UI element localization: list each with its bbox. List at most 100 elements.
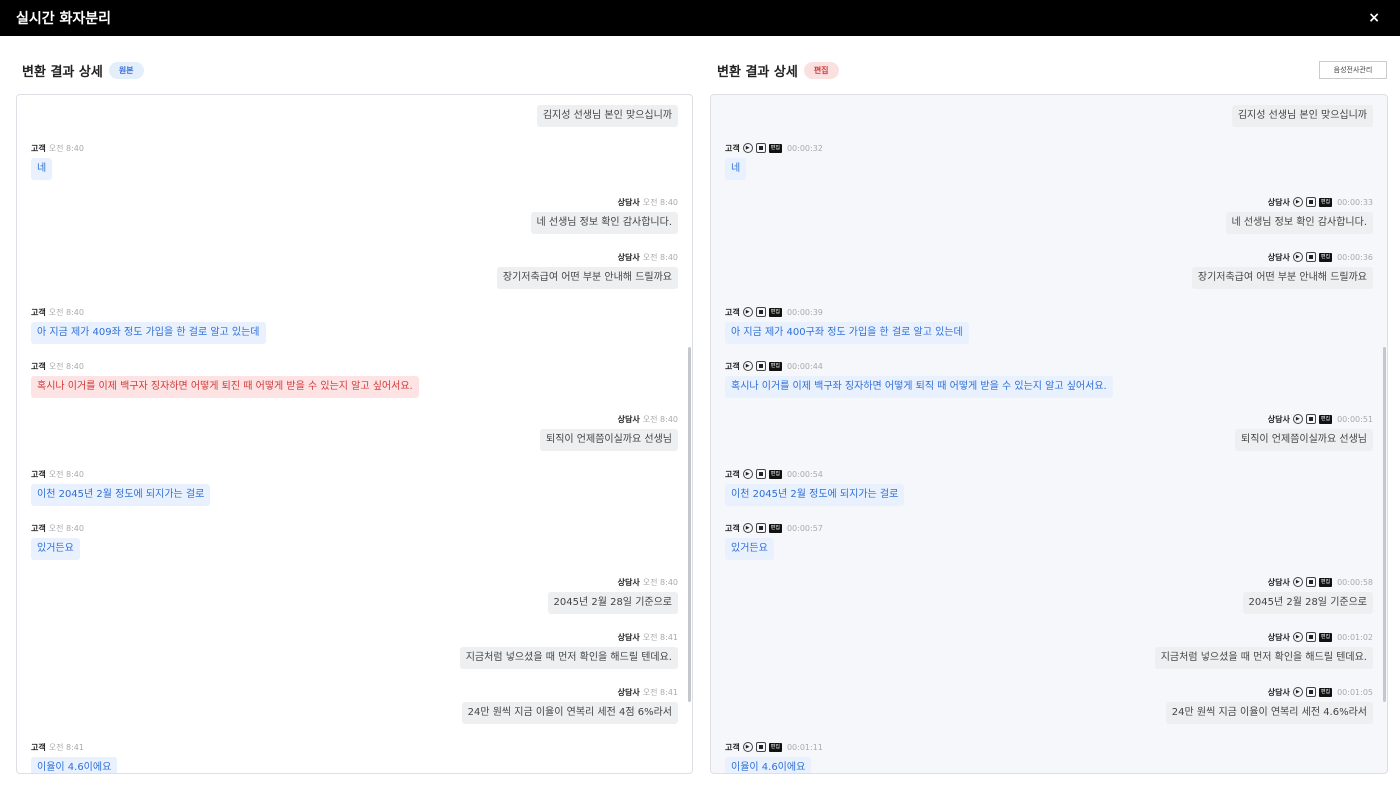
play-icon[interactable]: ▶ <box>1292 632 1303 642</box>
play-icon[interactable]: ▶ <box>1292 687 1303 697</box>
message-text[interactable]: 있거든요 <box>725 538 774 560</box>
stop-icon[interactable] <box>755 143 766 153</box>
right-scrollbar[interactable] <box>1383 347 1386 702</box>
edit-button[interactable]: 편집 <box>1318 632 1333 642</box>
edit-button[interactable]: 편집 <box>768 143 782 153</box>
message-text[interactable]: 네 선생님 정보 확인 감사합니다. <box>1225 212 1373 234</box>
message-time: 00:00:57 <box>786 523 823 533</box>
stop-icon[interactable] <box>755 469 766 479</box>
message-item: 고객 오전 8:41 이율이 4.6이에요 <box>31 741 678 773</box>
play-icon[interactable]: ▶ <box>742 361 753 371</box>
edit-button[interactable]: 편집 <box>768 742 782 752</box>
window-title: 실시간 화자분리 <box>16 11 112 27</box>
message-time: 00:00:32 <box>786 143 823 153</box>
stop-icon[interactable] <box>755 742 766 752</box>
message-text: 네 선생님 정보 확인 감사합니다. <box>530 212 678 234</box>
message-item: 상담사 ▶ 편집 00:01:02 지금처럼 넣으셨을 때 먼저 확인을 해드릴 텐데… <box>725 631 1373 669</box>
message-text: 2045년 2월 28일 기준으로 <box>547 592 678 614</box>
speaker-label: 고객 <box>31 307 46 317</box>
message-time: 오전 8:40 <box>48 523 84 533</box>
message-text[interactable]: 지금처럼 넣으셨을 때 먼저 확인을 해드릴 텐데요. <box>1154 647 1373 669</box>
play-icon[interactable]: ▶ <box>742 143 753 153</box>
speaker-label: 고객 <box>725 523 740 533</box>
message-item: 상담사 ▶ 편집 00:00:36 장기저축급여 어떤 부분 안내해 드릴까요 <box>725 251 1373 289</box>
speaker-label: 상담사 <box>1267 632 1290 642</box>
message-time: 00:01:02 <box>1337 632 1373 642</box>
edit-button[interactable]: 편집 <box>1318 197 1333 207</box>
message-text[interactable]: 24만 원씩 지금 이율이 연복리 세전 4.6%라서 <box>1165 702 1373 724</box>
message-text[interactable]: 이천 2045년 2월 정도에 되지가는 걸로 <box>725 484 905 506</box>
message-item: 상담사 ▶ 편집 00:00:33 네 선생님 정보 확인 감사합니다. <box>725 196 1373 234</box>
message-item: 고객 오전 8:40 있거든요 <box>31 522 678 560</box>
play-icon[interactable]: ▶ <box>1292 577 1303 587</box>
message-item: 고객 오전 8:40 아 지금 제가 409좌 정도 가입을 한 걸로 알고 있는… <box>31 306 678 344</box>
play-icon[interactable]: ▶ <box>1292 414 1303 424</box>
speaker-label: 상담사 <box>617 414 640 424</box>
message-text[interactable]: 퇴직이 언제쯤이실까요 선생님 <box>1235 429 1373 451</box>
message-text[interactable]: 네 <box>725 158 747 180</box>
message-item: 상담사 오전 8:41 24만 원씩 지금 이율이 연복리 세전 4점 6%라서 <box>31 686 678 724</box>
stop-icon[interactable] <box>1305 197 1316 207</box>
edit-button[interactable]: 편집 <box>768 361 782 371</box>
message-time: 오전 8:40 <box>642 414 678 424</box>
edit-button[interactable]: 편집 <box>1318 252 1333 262</box>
edit-button[interactable]: 편집 <box>1318 687 1333 697</box>
message-text[interactable]: 장기저축급여 어떤 부분 안내해 드릴까요 <box>1191 267 1373 289</box>
edit-button[interactable]: 편집 <box>768 469 782 479</box>
close-icon[interactable]: × <box>1364 8 1384 28</box>
speaker-label: 상담사 <box>617 687 640 697</box>
message-time: 오전 8:40 <box>642 577 678 587</box>
edited-badge: 편집 <box>803 61 839 79</box>
play-icon[interactable]: ▶ <box>742 469 753 479</box>
play-icon[interactable]: ▶ <box>742 307 753 317</box>
message-text[interactable]: 혹시나 이거를 이제 백구좌 징자하면 어떻게 퇴직 때 어떻게 받을 수 있는… <box>725 376 1113 398</box>
message-text: 김지성 선생님 본인 맞으십니까 <box>536 105 678 127</box>
message-text[interactable]: 김지성 선생님 본인 맞으십니까 <box>1231 105 1373 127</box>
speaker-label: 상담사 <box>617 577 640 587</box>
message-text[interactable]: 이율이 4.6이에요 <box>725 757 812 773</box>
original-badge: 원본 <box>108 61 144 79</box>
stop-icon[interactable] <box>1305 577 1316 587</box>
message-item: 고객 오전 8:40 네 <box>31 142 678 180</box>
message-time: 00:00:33 <box>1337 197 1373 207</box>
stop-icon[interactable] <box>1305 687 1316 697</box>
play-icon[interactable]: ▶ <box>742 742 753 752</box>
left-scrollbar[interactable] <box>688 347 691 702</box>
left-panel-header: 변환 결과 상세 원본 <box>22 58 144 82</box>
stop-icon[interactable] <box>1305 632 1316 642</box>
edited-transcript-panel[interactable]: 김지성 선생님 본인 맞으십니까 고객 ▶ 편집 00:00:32 네 상담사 ▶ 편집 0… <box>710 94 1388 774</box>
speaker-label: 상담사 <box>617 197 640 207</box>
message-text: 24만 원씩 지금 이율이 연복리 세전 4점 6%라서 <box>461 702 678 724</box>
edit-button[interactable]: 편집 <box>1318 414 1333 424</box>
message-time: 00:01:05 <box>1337 687 1373 697</box>
message-item: 고객 ▶ 편집 00:00:57 있거든요 <box>725 522 1373 560</box>
speaker-label: 상담사 <box>1267 252 1290 262</box>
edit-button[interactable]: 편집 <box>1318 577 1333 587</box>
edit-button[interactable]: 편집 <box>768 307 782 317</box>
speaker-label: 상담사 <box>617 252 640 262</box>
message-text[interactable]: 2045년 2월 28일 기준으로 <box>1242 592 1373 614</box>
message-item: 고객 오전 8:40 이천 2045년 2월 정도에 되지가는 걸로 <box>31 468 678 506</box>
message-text[interactable]: 아 지금 제가 400구좌 정도 가입을 한 걸로 알고 있는데 <box>725 322 969 344</box>
speaker-label: 상담사 <box>1267 687 1290 697</box>
left-panel-title: 변환 결과 상세 <box>22 64 103 80</box>
transcript-manage-button[interactable]: 음성전사관리 <box>1319 61 1387 79</box>
play-icon[interactable]: ▶ <box>742 523 753 533</box>
original-transcript-panel[interactable]: 김지성 선생님 본인 맞으십니까 고객 오전 8:40 네 상담사 오전 8:40 … <box>16 94 693 774</box>
play-icon[interactable]: ▶ <box>1292 252 1303 262</box>
message-time: 오전 8:41 <box>642 632 678 642</box>
message-time: 00:00:51 <box>1337 414 1373 424</box>
message-text: 있거든요 <box>31 538 80 560</box>
speaker-label: 고객 <box>31 143 46 153</box>
stop-icon[interactable] <box>755 361 766 371</box>
stop-icon[interactable] <box>755 307 766 317</box>
play-icon[interactable]: ▶ <box>1292 197 1303 207</box>
right-panel-header: 변환 결과 상세 편집 <box>717 58 839 82</box>
stop-icon[interactable] <box>1305 252 1316 262</box>
speaker-label: 상담사 <box>1267 577 1290 587</box>
message-item: 상담사 오전 8:41 지금처럼 넣으셨을 때 먼저 확인을 해드릴 텐데요. <box>31 631 678 669</box>
edit-button[interactable]: 편집 <box>768 523 782 533</box>
stop-icon[interactable] <box>755 523 766 533</box>
stop-icon[interactable] <box>1305 414 1316 424</box>
speaker-label: 상담사 <box>617 632 640 642</box>
